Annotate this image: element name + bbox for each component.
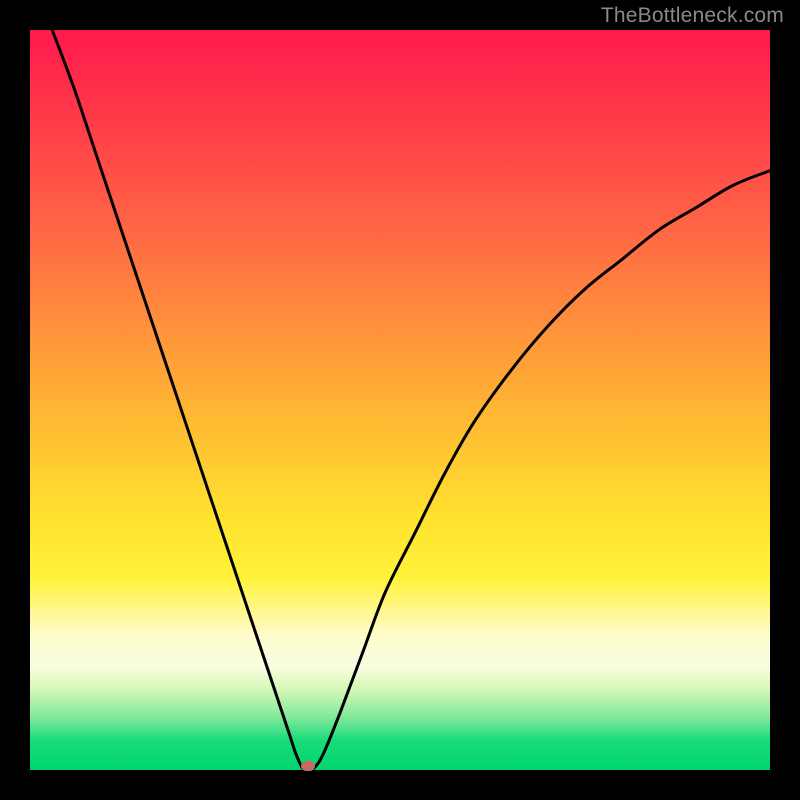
optimum-marker — [301, 761, 315, 771]
chart-plot-area — [30, 30, 770, 770]
bottleneck-curve — [30, 30, 770, 770]
watermark-text: TheBottleneck.com — [601, 4, 784, 28]
chart-frame: TheBottleneck.com — [0, 0, 800, 800]
